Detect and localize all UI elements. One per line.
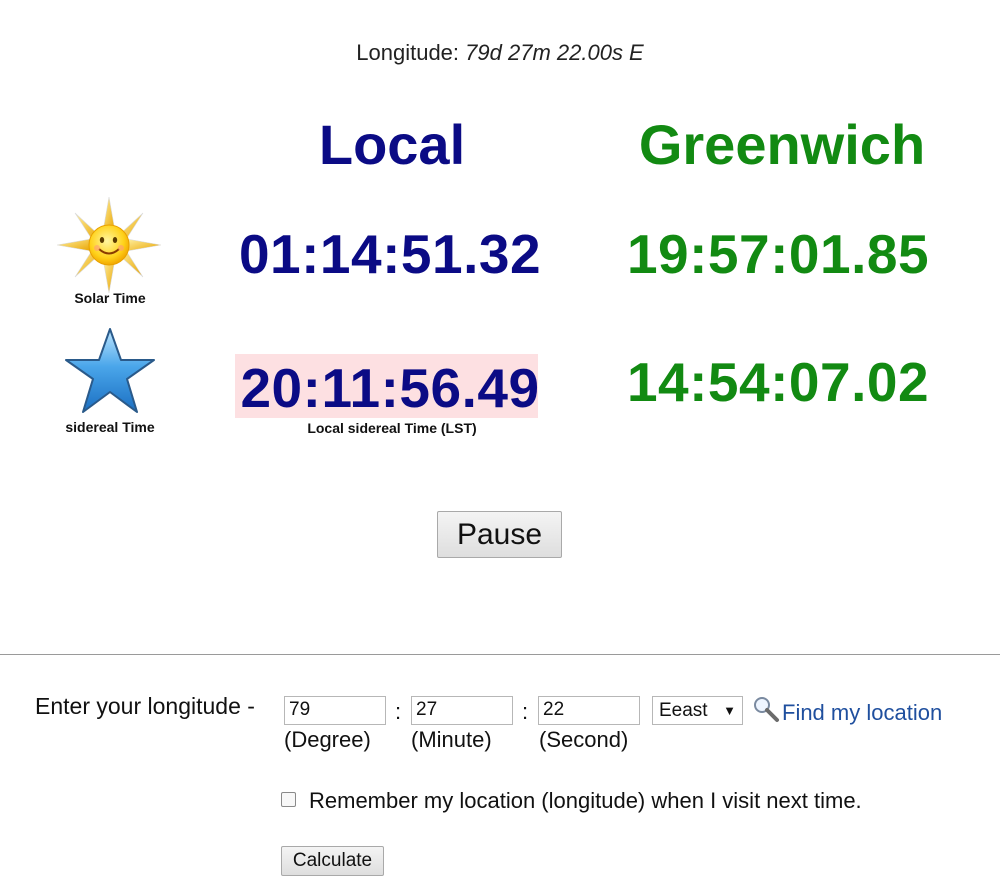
remember-location-row: Remember my location (longitude) when I … bbox=[281, 788, 862, 814]
second-unit-label: (Second) bbox=[539, 727, 629, 752]
degree-unit-label: (Degree) bbox=[284, 727, 371, 752]
greenwich-column-heading: Greenwich bbox=[638, 113, 926, 176]
greenwich-sidereal-time: 14:54:07.02 bbox=[626, 351, 930, 413]
pause-button[interactable]: Pause bbox=[437, 511, 562, 558]
minute-input[interactable]: 27 bbox=[411, 696, 513, 725]
sidereal-time-label: sidereal Time bbox=[65, 419, 155, 435]
local-sidereal-time: 20:11:56.49 bbox=[240, 357, 540, 419]
find-my-location-link[interactable]: Find my location bbox=[782, 700, 942, 726]
longitude-label: Longitude: bbox=[356, 40, 460, 65]
solar-time-label: Solar Time bbox=[74, 290, 146, 306]
local-solar-time: 01:14:51.32 bbox=[238, 223, 542, 285]
longitude-value: 79d 27m 22.00s E bbox=[465, 40, 644, 65]
longitude-display: Longitude: 79d 27m 22.00s E bbox=[0, 40, 1000, 66]
sun-icon bbox=[57, 197, 161, 293]
local-column-heading: Local bbox=[318, 113, 466, 176]
star-icon bbox=[65, 328, 155, 413]
degree-minute-separator: : bbox=[395, 699, 402, 724]
greenwich-solar-time: 19:57:01.85 bbox=[626, 223, 930, 285]
longitude-prompt: Enter your longitude - bbox=[35, 693, 255, 719]
chevron-down-icon: ▼ bbox=[723, 703, 736, 718]
lst-label: Local sidereal Time (LST) bbox=[307, 420, 477, 436]
divider bbox=[0, 654, 1000, 655]
remember-location-checkbox[interactable] bbox=[281, 791, 296, 807]
magnifier-icon[interactable] bbox=[752, 695, 780, 723]
minute-unit-label: (Minute) bbox=[411, 727, 492, 752]
calculate-button[interactable]: Calculate bbox=[281, 846, 384, 876]
second-input[interactable]: 22 bbox=[538, 696, 640, 725]
direction-select[interactable]: Eeast ▼ bbox=[652, 696, 743, 725]
degree-input[interactable]: 79 bbox=[284, 696, 386, 725]
remember-location-label: Remember my location (longitude) when I … bbox=[309, 788, 862, 813]
minute-second-separator: : bbox=[522, 699, 529, 724]
direction-value: Eeast bbox=[659, 699, 708, 721]
